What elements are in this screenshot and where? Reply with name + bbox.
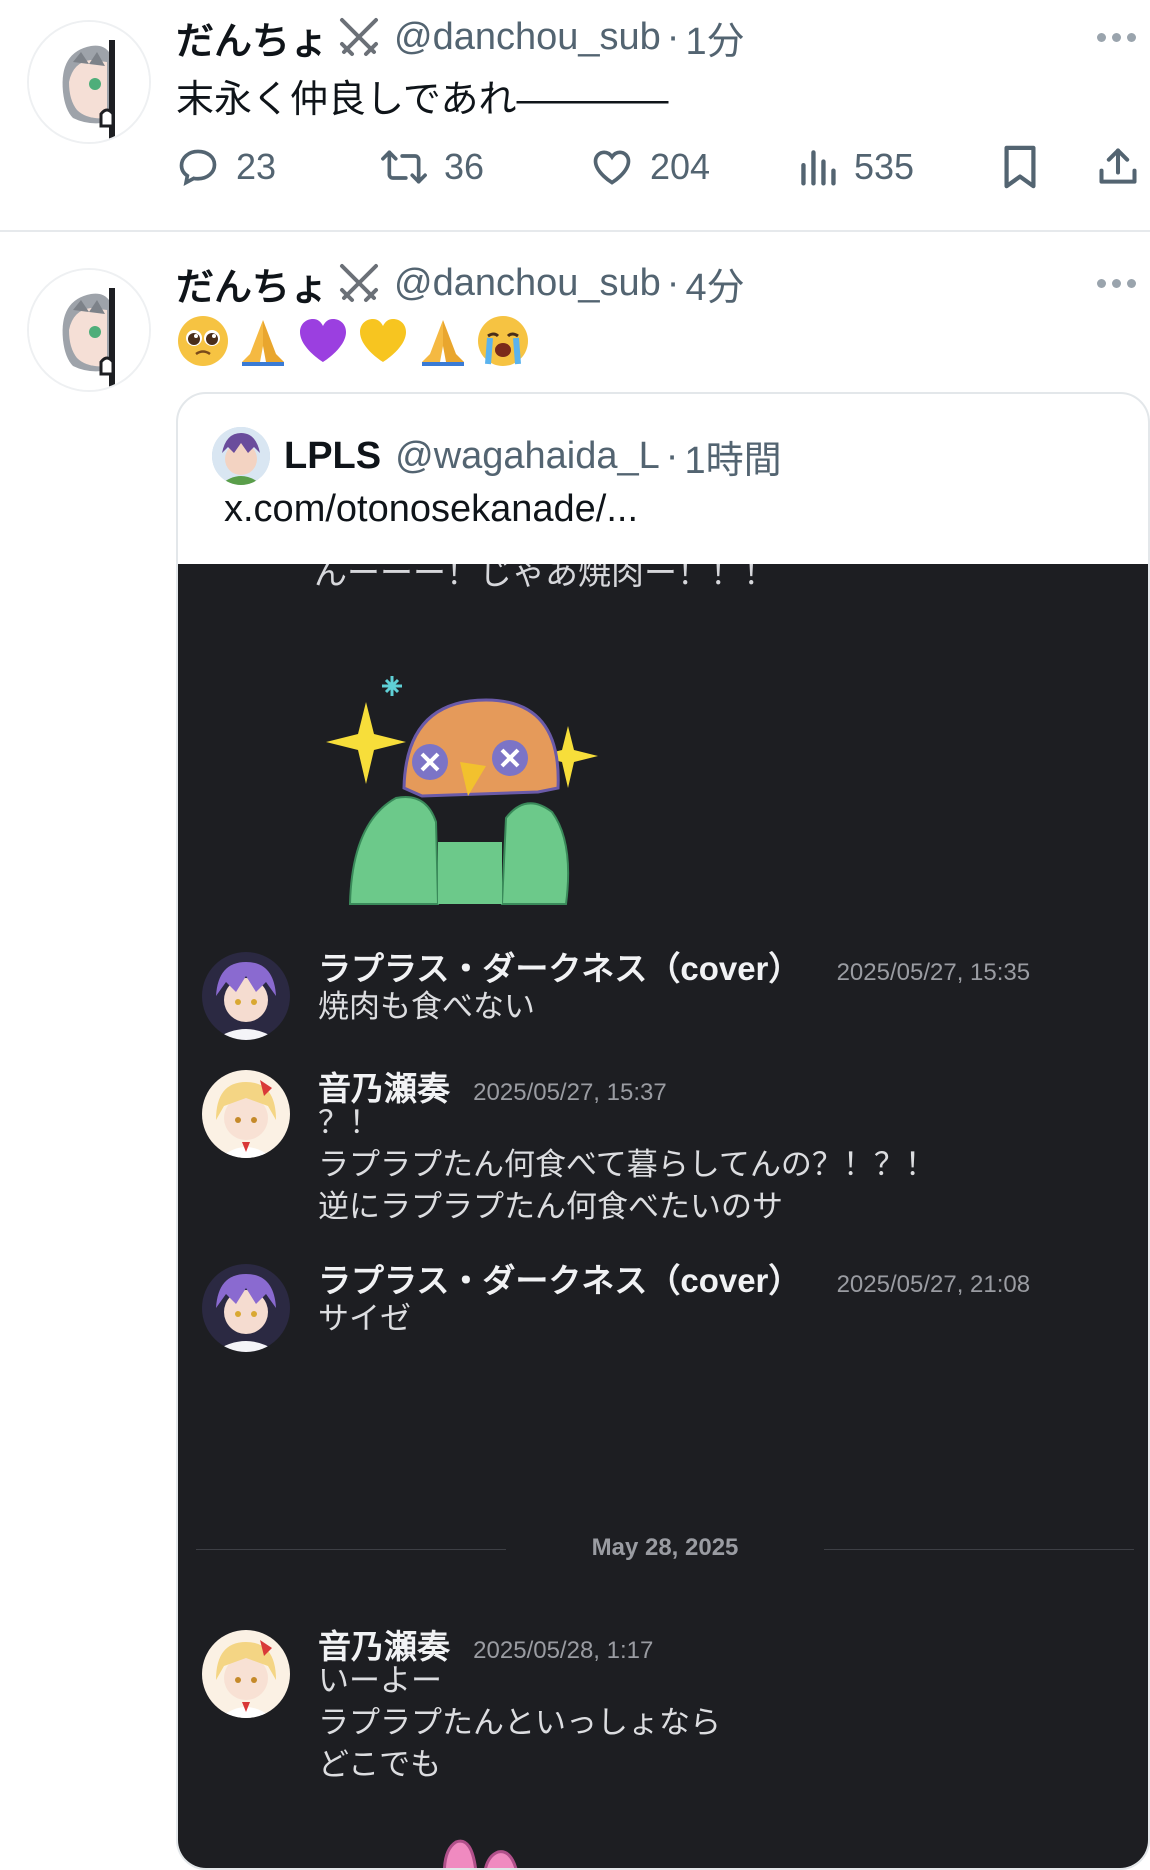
date-divider: May 28, 2025 [196, 1534, 1134, 1564]
quote-header: LPLS @wagahaida_L · 1時間 [212, 427, 782, 485]
quote-tweet-card[interactable]: LPLS @wagahaida_L · 1時間 x.com/otonosekan… [176, 392, 1150, 1870]
chat-message: ラプラス・ダークネス（cover） 2025/05/27, 15:35 焼肉も食… [178, 942, 1148, 1042]
heart-icon [593, 150, 631, 185]
tweet[interactable]: だんちょ @danchou_sub · 4分 LPLS @wagahaida_L… [0, 234, 1150, 1870]
folded-hands-icon [422, 320, 464, 366]
loudly-crying-face-icon [478, 316, 528, 366]
separator: · [666, 261, 680, 304]
chat-message-text: ？！ ラプラプたん何食べて暮らしてんの？！？！ 逆にラプラプたん何食べたいのサ [318, 1102, 936, 1228]
quote-handle: @wagahaida_L [395, 434, 660, 477]
separator: · [665, 434, 679, 477]
chat-author: ラプラス・ダークネス（cover） 2025/05/27, 21:08 [318, 1254, 1030, 1302]
tweet-header: だんちょ @danchou_sub · 1分 [176, 10, 1150, 65]
chat-author-name: ラプラス・ダークネス（cover） [318, 950, 802, 987]
reply-count: 23 [236, 146, 277, 187]
chat-line: 逆にラプラプたん何食べたいのサ [318, 1189, 783, 1224]
more-icon[interactable] [1086, 12, 1146, 62]
quote-media-image[interactable]: んーーー！じゃあ焼肉ー！！！ ラプラス・ダークネス（cover） 2025/05… [178, 564, 1148, 1868]
tweet[interactable]: だんちょ @danchou_sub · 1分 末永く仲良しであれ———— 23 … [0, 0, 1150, 232]
chat-message-text: サイゼ [318, 1298, 411, 1340]
avatar[interactable] [27, 20, 151, 144]
crossed-swords-icon [334, 260, 384, 306]
chat-line: ？！ [318, 1105, 380, 1140]
quote-timestamp: 1時間 [684, 439, 782, 482]
date-divider-text: May 28, 2025 [591, 1534, 739, 1561]
avatar [202, 952, 290, 1040]
tweet-text: 末永く仲良しであれ———— [176, 79, 669, 121]
chat-message-text: いーよー ラプラプたんといっしょなら どこでも [318, 1660, 721, 1786]
display-name[interactable]: だんちょ [176, 256, 328, 311]
sticker-edge-image [443, 1839, 518, 1868]
handle[interactable]: @danchou_sub [394, 16, 661, 59]
avatar [202, 1630, 290, 1718]
avatar [202, 1264, 290, 1352]
chat-author: ラプラス・ダークネス（cover） 2025/05/27, 15:35 [318, 942, 1030, 990]
view-count: 535 [854, 146, 915, 187]
avatar[interactable] [27, 268, 151, 392]
avatar [212, 427, 270, 485]
chat-timestamp: 2025/05/27, 21:08 [836, 1271, 1031, 1298]
bookmark-icon [1004, 145, 1036, 189]
chat-timestamp: 2025/05/27, 15:35 [836, 959, 1031, 986]
views-icon [801, 150, 836, 186]
quote-link-text[interactable]: x.com/otonosekanade/... [224, 488, 638, 531]
retweet-button[interactable]: 36 [380, 140, 484, 194]
parrot-sticker-image [326, 676, 598, 905]
chat-line: いーよー [318, 1663, 442, 1698]
share-icon [1099, 148, 1137, 184]
chat-message: ラプラス・ダークネス（cover） 2025/05/27, 21:08 サイゼ [178, 1254, 1148, 1354]
tweet-emoji-text [176, 314, 530, 368]
views-button[interactable]: 535 [798, 140, 914, 194]
timestamp[interactable]: 4分 [685, 256, 744, 311]
chat-cut-off-line: んーーー！じゃあ焼肉ー！！！ [314, 564, 776, 591]
handle[interactable]: @danchou_sub [394, 262, 661, 305]
reply-button[interactable]: 23 [176, 140, 276, 194]
retweet-icon [381, 150, 427, 184]
bookmark-button[interactable] [1000, 140, 1040, 194]
pleading-face-icon [178, 316, 228, 366]
purple-heart-icon [300, 319, 346, 362]
chat-line: 焼肉も食べない [318, 989, 535, 1024]
like-count: 204 [650, 146, 711, 187]
display-name[interactable]: だんちょ [176, 10, 328, 65]
chat-line: サイゼ [318, 1301, 411, 1336]
chat-message: 音乃瀬奏 2025/05/28, 1:17 いーよー ラプラプたんといっしょなら… [178, 1620, 1148, 1782]
chat-line: ラプラプたんといっしょなら [318, 1705, 721, 1740]
divider-line [824, 1549, 1134, 1550]
timestamp[interactable]: 1分 [685, 10, 744, 65]
reply-icon [179, 149, 217, 187]
quote-display-name: LPLS [284, 434, 382, 477]
crossed-swords-icon [334, 14, 384, 60]
avatar [202, 1070, 290, 1158]
share-button[interactable] [1096, 140, 1140, 194]
yellow-heart-icon [360, 319, 406, 362]
folded-hands-icon [242, 320, 284, 366]
tweet-header: だんちょ @danchou_sub · 4分 [176, 256, 1150, 311]
action-bar: 23 36 204 535 [176, 140, 1150, 194]
more-icon[interactable] [1086, 258, 1146, 308]
retweet-count: 36 [444, 146, 485, 187]
chat-author-name: ラプラス・ダークネス（cover） [318, 1262, 802, 1299]
separator: · [666, 15, 680, 58]
chat-line: どこでも [318, 1747, 442, 1782]
chat-line: ラプラプたん何食べて暮らしてんの？！？！ [318, 1147, 936, 1182]
chat-message: 音乃瀬奏 2025/05/27, 15:37 ？！ ラプラプたん何食べて暮らして… [178, 1062, 1148, 1224]
like-button[interactable]: 204 [590, 140, 710, 194]
chat-message-text: 焼肉も食べない [318, 986, 535, 1028]
